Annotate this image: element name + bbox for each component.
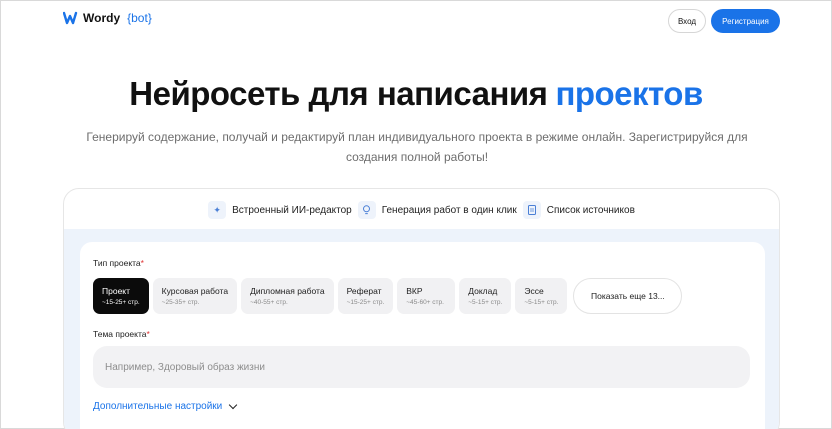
feature-list: ✦ Встроенный ИИ-редактор Генерация работ…: [64, 199, 779, 221]
type-name: Реферат: [346, 286, 382, 296]
feature-label: Встроенный ИИ-редактор: [232, 204, 352, 216]
logo[interactable]: Wordy {bot}: [63, 11, 152, 25]
feature-label: Список источников: [546, 204, 635, 216]
type-pages: ~5-15+ стр.: [524, 299, 559, 306]
lightbulb-icon: [357, 201, 376, 219]
type-name: ВКР: [406, 286, 423, 296]
required-mark: *: [140, 258, 144, 268]
type-pages: ~5-15+ стр.: [468, 299, 503, 306]
type-pages: ~15-25+ стр.: [346, 299, 385, 306]
topic-label: Тема проекта*: [93, 329, 150, 339]
type-option-essay-report[interactable]: Реферат ~15-25+ стр.: [337, 278, 394, 314]
required-mark: *: [146, 329, 150, 339]
project-type-selector: Проект ~15-25+ стр. Курсовая работа ~25-…: [93, 278, 683, 314]
more-settings-toggle[interactable]: Дополнительные настройки: [93, 400, 238, 412]
login-button[interactable]: Вход: [668, 9, 706, 33]
site-header: Wordy {bot} Вход Регистрация: [1, 1, 831, 41]
logo-bot-text: {bot}: [127, 11, 152, 25]
feature-item: Генерация работ в один клик: [357, 201, 517, 219]
feature-item: ✦ Встроенный ИИ-редактор: [208, 201, 352, 219]
type-label-text: Тип проекта: [93, 258, 141, 268]
topic-label-text: Тема проекта: [93, 329, 147, 339]
page-title: Нейросеть для написания проектов: [1, 75, 831, 113]
feature-item: Список источников: [522, 201, 635, 219]
logo-wordmark: Wordy: [83, 11, 121, 25]
hero-subtitle: Генерируй содержание, получай и редактир…: [86, 130, 748, 164]
topic-input[interactable]: [93, 346, 750, 388]
type-name: Курсовая работа: [161, 286, 229, 296]
type-pages: ~25-35+ стр.: [161, 299, 200, 306]
more-settings-label: Дополнительные настройки: [93, 401, 223, 412]
document-icon: [522, 201, 541, 219]
type-option-report[interactable]: Доклад ~5-15+ стр.: [459, 278, 512, 314]
type-pages: ~15-25+ стр.: [102, 299, 140, 306]
type-option-essay[interactable]: Эссе ~5-15+ стр.: [515, 278, 568, 314]
generator-card: ✦ Встроенный ИИ-редактор Генерация работ…: [63, 188, 780, 429]
type-name: Доклад: [468, 286, 498, 296]
type-name: Эссе: [524, 286, 544, 296]
type-pages: ~40-55+ стр.: [250, 299, 288, 306]
chevron-down-icon: [229, 400, 238, 410]
type-label: Тип проекта*: [93, 258, 144, 268]
title-accent: проектов: [555, 75, 703, 112]
type-name: Дипломная работа: [250, 286, 325, 296]
type-option-vkr[interactable]: ВКР ~45-60+ стр.: [397, 278, 456, 314]
type-pages: ~45-60+ стр.: [406, 299, 444, 306]
project-form: Тип проекта* Проект ~15-25+ стр. Курсова…: [80, 242, 765, 429]
type-option-diploma[interactable]: Дипломная работа ~40-55+ стр.: [241, 278, 334, 314]
wordy-logo-icon: [63, 11, 78, 25]
show-more-types-button[interactable]: Показать еще 13...: [573, 278, 683, 314]
register-button[interactable]: Регистрация: [711, 9, 780, 33]
type-name: Проект: [102, 286, 130, 296]
sparkle-icon: ✦: [208, 201, 227, 219]
type-option-project[interactable]: Проект ~15-25+ стр.: [93, 278, 149, 314]
title-main: Нейросеть для написания: [129, 75, 548, 112]
type-option-coursework[interactable]: Курсовая работа ~25-35+ стр.: [152, 278, 238, 314]
feature-label: Генерация работ в один клик: [381, 204, 517, 216]
